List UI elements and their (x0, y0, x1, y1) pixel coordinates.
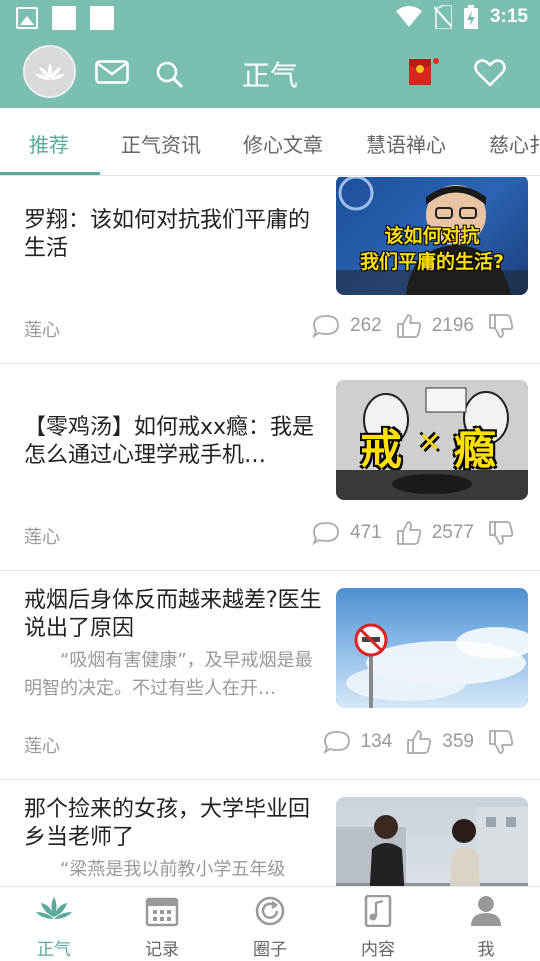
tab-recommend[interactable]: 推荐 (29, 129, 69, 158)
article-meta: 262 2196 (312, 313, 514, 339)
nav-item-me[interactable]: 我 (432, 887, 540, 961)
article-title: 那个捡来的女孩，大学毕业回乡当老师了 (24, 797, 311, 850)
comment-icon[interactable] (312, 314, 340, 338)
calendar-icon (145, 897, 179, 927)
two-women-photo (336, 807, 528, 886)
status-bar: 3:15 (0, 0, 540, 36)
article-thumbnail: 戒 ✕ 瘾 (336, 380, 528, 500)
nav-item-zhengqi[interactable]: 正气 (0, 887, 108, 961)
blank-notification-icon (90, 6, 114, 30)
article-thumbnail: 该如何对抗 我们平庸的生活? (336, 177, 528, 295)
article-title: 【零鸡汤】如何戒xx瘾：我是怎么通过心理学戒手机… (24, 415, 315, 468)
thumbs-down-icon[interactable] (488, 313, 514, 339)
like-count: 2577 (431, 522, 474, 543)
tab-compassion[interactable]: 慈心扌 (489, 129, 540, 158)
tab-indicator (0, 172, 100, 175)
person-icon (471, 896, 501, 926)
thumbnail-caption: 戒 (360, 425, 403, 474)
tab-news[interactable]: 正气资讯 (121, 129, 201, 158)
thumbs-up-icon[interactable] (396, 520, 422, 546)
article-feed[interactable]: 罗翔：该如何对抗我们平庸的生活 该如何对抗 我们平庸的生活? 莲心 262 21… (0, 177, 540, 886)
avatar[interactable] (23, 45, 76, 98)
cross-icon: ✕ (418, 426, 442, 459)
wifi-icon (395, 6, 422, 27)
music-note-icon (364, 895, 392, 927)
article-snippet: “梁燕是我以前教小学五年级 (60, 859, 286, 880)
comment-count: 471 (350, 522, 382, 543)
tab-articles[interactable]: 修心文章 (243, 129, 323, 158)
nav-label: 正气 (37, 940, 71, 960)
red-envelope-icon[interactable] (408, 56, 442, 86)
thumbnail-caption: 我们平庸的生活? (359, 251, 505, 273)
blank-notification-icon (52, 6, 76, 30)
thumbs-down-icon[interactable] (488, 729, 514, 755)
mail-icon[interactable] (95, 60, 129, 84)
category-tabs: 推荐 正气资讯 修心文章 慧语禅心 慈心扌 (0, 108, 540, 176)
nav-item-record[interactable]: 记录 (108, 887, 216, 961)
comment-count: 134 (360, 731, 393, 752)
status-time: 3:15 (489, 6, 528, 27)
article-card[interactable]: 【零鸡汤】如何戒xx瘾：我是怎么通过心理学戒手机… 戒 ✕ 瘾 莲心 471 2… (0, 364, 540, 571)
article-title: 戒烟后身体反而越来越差?医生说出了原因 (24, 588, 322, 641)
lotus-icon (36, 897, 72, 919)
thumbs-up-icon[interactable] (406, 729, 432, 755)
article-card[interactable]: 罗翔：该如何对抗我们平庸的生活 该如何对抗 我们平庸的生活? 莲心 262 21… (0, 177, 540, 364)
nav-item-circle[interactable]: 圈子 (216, 887, 324, 961)
like-count: 359 (442, 731, 474, 752)
article-title: 罗翔：该如何对抗我们平庸的生活 (24, 208, 311, 261)
nav-item-content[interactable]: 内容 (324, 887, 432, 961)
no-sim-icon (433, 5, 452, 29)
nav-label: 内容 (361, 940, 395, 960)
article-card[interactable]: 那个捡来的女孩，大学毕业回乡当老师了 “梁燕是我以前教小学五年级 (0, 780, 540, 886)
thumbs-down-icon[interactable] (488, 520, 514, 546)
article-thumbnail (336, 797, 528, 886)
thumbs-up-icon[interactable] (396, 313, 422, 339)
article-meta: 471 2577 (312, 520, 514, 546)
article-source: 莲心 (24, 320, 60, 341)
nav-label: 记录 (145, 940, 179, 960)
bottom-navigation: 正气 记录 圈子 内容 我 (0, 886, 540, 960)
thumbnail-caption: 该如何对抗 (384, 225, 480, 247)
article-card[interactable]: 戒烟后身体反而越来越差?医生说出了原因 “吸烟有害健康”，及早戒烟是最明智的决定… (0, 571, 540, 780)
app-bar: 正气 (0, 36, 540, 108)
nav-label: 圈子 (253, 940, 287, 960)
article-source: 莲心 (24, 527, 60, 548)
image-notification-icon (16, 7, 38, 29)
like-count: 2196 (431, 315, 474, 336)
avatar-lotus-icon (34, 62, 65, 80)
heart-icon[interactable] (474, 59, 506, 87)
no-smoking-sign-image (346, 623, 528, 708)
nav-label: 我 (477, 940, 495, 960)
battery-charging-icon (463, 5, 478, 29)
article-snippet: “吸烟有害健康”，及早戒烟是最明智的决定。不过有些人在开… (24, 650, 313, 699)
article-meta: 134 359 (322, 729, 514, 755)
search-icon[interactable] (155, 60, 183, 88)
tab-wisdom[interactable]: 慧语禅心 (366, 129, 446, 158)
page-title: 正气 (241, 59, 298, 92)
thumbnail-caption: 瘾 (454, 425, 497, 474)
comment-count: 262 (350, 315, 382, 336)
circle-refresh-icon (255, 896, 285, 926)
article-thumbnail (336, 588, 528, 708)
comment-icon[interactable] (312, 521, 340, 545)
comment-icon[interactable] (322, 730, 351, 754)
article-source: 莲心 (24, 736, 60, 757)
